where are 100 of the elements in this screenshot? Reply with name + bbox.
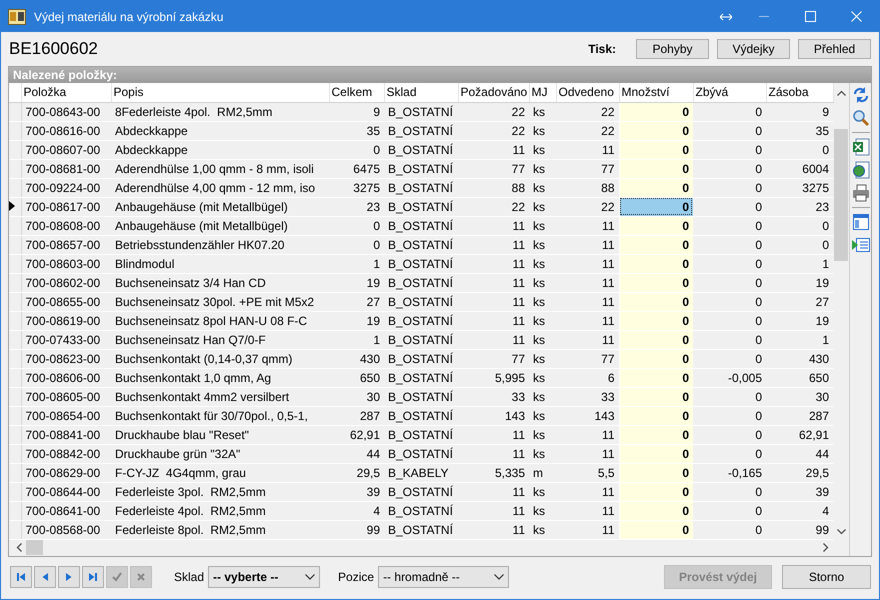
- print-button[interactable]: Výdejky: [717, 39, 790, 59]
- column-header[interactable]: Popis: [111, 83, 329, 102]
- scroll-right-icon[interactable]: [823, 543, 829, 552]
- table-cell: B_OSTATNÍ: [384, 273, 458, 292]
- previous-record-icon: [40, 572, 50, 582]
- print-button[interactable]: Přehled: [798, 39, 871, 59]
- quantity-cell[interactable]: 0: [619, 178, 693, 197]
- column-header[interactable]: Zbývá: [693, 83, 766, 102]
- column-header[interactable]: Zásoba: [766, 83, 833, 102]
- table-cell: 5,335: [458, 463, 529, 482]
- nav-button[interactable]: [10, 566, 32, 588]
- maximize-icon[interactable]: [804, 11, 816, 22]
- column-header[interactable]: Položka: [21, 83, 111, 102]
- table-cell: 11: [458, 425, 529, 444]
- quantity-cell[interactable]: 0: [619, 387, 693, 406]
- table-cell: 99: [329, 520, 384, 539]
- spreadsheet-icon[interactable]: [852, 138, 870, 156]
- table-cell: B_OSTATNÍ: [384, 330, 458, 349]
- scroll-down-icon[interactable]: [836, 528, 846, 534]
- cancel-button[interactable]: Storno: [782, 564, 871, 588]
- quantity-cell[interactable]: 0: [619, 102, 693, 121]
- scroll-up-icon[interactable]: [836, 90, 846, 96]
- quantity-cell[interactable]: 0: [619, 425, 693, 444]
- table-cell: 19: [766, 273, 833, 292]
- checkmark-icon: [112, 572, 122, 582]
- table-cell: ks: [529, 273, 556, 292]
- search-icon[interactable]: [852, 109, 870, 127]
- quantity-cell[interactable]: 0: [619, 273, 693, 292]
- column-header[interactable]: Odvedeno: [556, 83, 619, 102]
- table-cell: 700-08654-00: [21, 406, 111, 425]
- quantity-cell[interactable]: 0: [619, 501, 693, 520]
- refresh-icon[interactable]: [852, 86, 870, 104]
- table-cell: F-CY-JZ 4G4qmm, grau: [111, 463, 329, 482]
- table-cell: ks: [529, 311, 556, 330]
- quantity-cell[interactable]: 0: [619, 482, 693, 501]
- table-cell: Federleiste 8pol. RM2,5mm: [111, 520, 329, 539]
- table-cell: 9: [329, 102, 384, 121]
- table-cell: ks: [529, 368, 556, 387]
- scrollbar-thumb[interactable]: [26, 540, 43, 555]
- table-cell: 0: [693, 273, 766, 292]
- column-header[interactable]: Celkem: [329, 83, 384, 102]
- quantity-cell[interactable]: 0: [619, 292, 693, 311]
- scroll-left-icon[interactable]: [16, 543, 22, 552]
- quantity-cell[interactable]: 0: [619, 197, 693, 216]
- quantity-cell[interactable]: 0: [619, 235, 693, 254]
- quantity-cell[interactable]: 0: [619, 349, 693, 368]
- quantity-cell[interactable]: 0: [619, 368, 693, 387]
- table-cell: B_OSTATNÍ: [384, 425, 458, 444]
- quantity-cell[interactable]: 0: [619, 330, 693, 349]
- table-cell: 700-08607-00: [21, 140, 111, 159]
- table-cell: B_OSTATNÍ: [384, 178, 458, 197]
- quantity-cell[interactable]: 0: [619, 254, 693, 273]
- table-cell: 700-08641-00: [21, 501, 111, 520]
- globe-document-icon[interactable]: [852, 161, 870, 179]
- scrollbar-thumb[interactable]: [834, 129, 848, 261]
- table-cell: B_OSTATNÍ: [384, 254, 458, 273]
- layout-icon[interactable]: [852, 213, 870, 231]
- quantity-cell[interactable]: 0: [619, 121, 693, 140]
- table-cell: Anbaugehäuse (mit Metallbügel): [111, 216, 329, 235]
- table-cell: 19: [329, 311, 384, 330]
- table-cell: Buchsenkontakt für 30/70pol., 0,5-1,: [111, 406, 329, 425]
- table-cell: ks: [529, 501, 556, 520]
- quantity-cell[interactable]: 0: [619, 216, 693, 235]
- quantity-cell[interactable]: 0: [619, 406, 693, 425]
- table-cell: 23: [766, 197, 833, 216]
- table-cell: B_OSTATNÍ: [384, 121, 458, 140]
- print-button[interactable]: Pohyby: [636, 39, 709, 59]
- quantity-cell[interactable]: 0: [619, 463, 693, 482]
- quantity-cell[interactable]: 0: [619, 140, 693, 159]
- position-dropdown[interactable]: -- hromadně --: [378, 566, 510, 588]
- table-cell: 4: [766, 501, 833, 520]
- table-cell: B_OSTATNÍ: [384, 368, 458, 387]
- column-header[interactable]: Sklad: [384, 83, 458, 102]
- table-cell: 700-08841-00: [21, 425, 111, 444]
- table-cell: 11: [458, 216, 529, 235]
- table-cell: ks: [529, 159, 556, 178]
- quantity-cell[interactable]: 0: [619, 159, 693, 178]
- column-header[interactable]: Množství: [619, 83, 693, 102]
- minimize-icon[interactable]: [759, 16, 769, 18]
- printer-icon[interactable]: [852, 184, 870, 202]
- table-cell: 287: [766, 406, 833, 425]
- export-icon[interactable]: [852, 236, 870, 254]
- quantity-cell[interactable]: 0: [619, 520, 693, 539]
- table-cell: 700-08608-00: [21, 216, 111, 235]
- column-header[interactable]: Požadováno: [458, 83, 529, 102]
- table-cell: Druckhaube blau "Reset": [111, 425, 329, 444]
- table-cell: 0: [766, 216, 833, 235]
- table-cell: B_OSTATNÍ: [384, 349, 458, 368]
- quantity-cell[interactable]: 0: [619, 444, 693, 463]
- column-header[interactable]: MJ: [529, 83, 556, 102]
- close-icon[interactable]: [850, 11, 862, 22]
- nav-button[interactable]: [58, 566, 80, 588]
- table-cell: 0: [693, 140, 766, 159]
- nav-button[interactable]: [34, 566, 56, 588]
- table-cell: Buchsenkontakt 4mm2 versilbert: [111, 387, 329, 406]
- warehouse-dropdown[interactable]: -- vyberte --: [208, 566, 320, 588]
- nav-button[interactable]: [82, 566, 104, 588]
- table-cell: 99: [766, 520, 833, 539]
- quantity-cell[interactable]: 0: [619, 311, 693, 330]
- table-cell: 143: [458, 406, 529, 425]
